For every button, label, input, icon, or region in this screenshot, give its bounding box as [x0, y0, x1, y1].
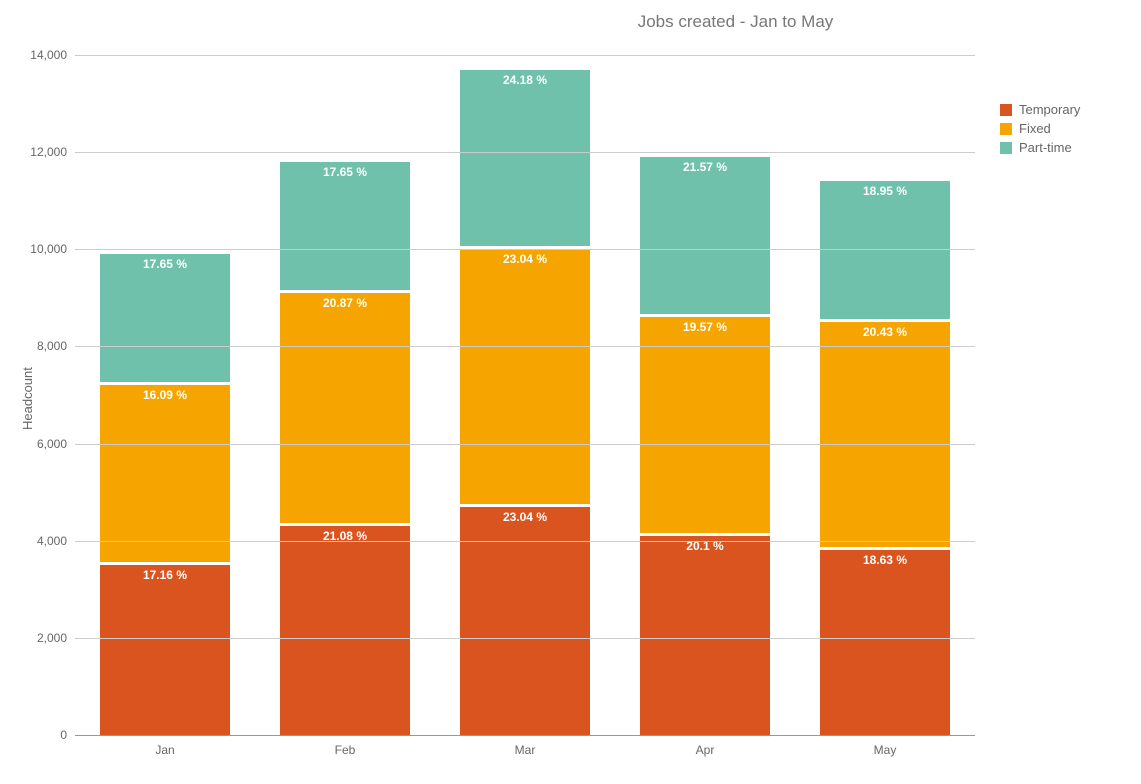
bar-segment[interactable]: 21.57 % [640, 157, 770, 314]
bar-segment-label: 17.65 % [280, 165, 410, 179]
legend: TemporaryFixedPart-time [1000, 100, 1080, 157]
bar-segment-label: 17.65 % [100, 257, 230, 271]
bar-segment-label: 20.87 % [280, 296, 410, 310]
y-tick-label: 14,000 [30, 48, 75, 62]
legend-label: Part-time [1019, 138, 1072, 157]
bar-segment[interactable]: 21.08 % [280, 526, 410, 735]
bar-segment-label: 16.09 % [100, 388, 230, 402]
bar-segment-label: 17.16 % [100, 568, 230, 582]
legend-swatch [1000, 142, 1012, 154]
bar-group: 23.04 % 23.04 % 24.18 % [460, 55, 590, 735]
y-tick-label: 6,000 [37, 437, 75, 451]
x-tick-label: May [874, 735, 897, 757]
chart-container: Jobs created - Jan to May TemporaryFixed… [0, 0, 1141, 784]
bar-segment[interactable]: 17.16 % [100, 565, 230, 735]
gridline [75, 346, 975, 347]
bar-segment-label: 23.04 % [460, 252, 590, 266]
bar-segment-label: 18.63 % [820, 553, 950, 567]
legend-item[interactable]: Part-time [1000, 138, 1080, 157]
bar-group: 20.1 % 19.57 % 21.57 % [640, 55, 770, 735]
bar-segment-label: 24.18 % [460, 73, 590, 87]
bar-segment[interactable]: 24.18 % [460, 70, 590, 247]
x-tick-label: Apr [696, 735, 715, 757]
bar-segment[interactable]: 17.65 % [280, 162, 410, 290]
gridline [75, 152, 975, 153]
bar-segment-label: 23.04 % [460, 510, 590, 524]
x-tick-label: Mar [515, 735, 536, 757]
bar-segment-label: 19.57 % [640, 320, 770, 334]
gridline [75, 55, 975, 56]
bar-segment-label: 20.43 % [820, 325, 950, 339]
y-axis-label: Headcount [20, 367, 35, 430]
gridline [75, 444, 975, 445]
bar-segment[interactable]: 20.1 % [640, 536, 770, 735]
legend-swatch [1000, 123, 1012, 135]
bar-segment-label: 18.95 % [820, 184, 950, 198]
y-tick-label: 8,000 [37, 339, 75, 353]
bars-layer: 17.16 % 16.09 % 17.65 % 21.08 % 20.87 % 17.65… [75, 55, 975, 735]
plot-area: 17.16 % 16.09 % 17.65 % 21.08 % 20.87 % 17.65… [75, 55, 975, 735]
bar-group: 17.16 % 16.09 % 17.65 % [100, 55, 230, 735]
x-tick-label: Feb [335, 735, 356, 757]
y-tick-label: 10,000 [30, 242, 75, 256]
bar-segment[interactable]: 20.87 % [280, 293, 410, 523]
y-tick-label: 12,000 [30, 145, 75, 159]
legend-item[interactable]: Fixed [1000, 119, 1080, 138]
bar-group: 18.63 % 20.43 % 18.95 % [820, 55, 950, 735]
legend-item[interactable]: Temporary [1000, 100, 1080, 119]
bar-segment[interactable]: 23.04 % [460, 249, 590, 503]
legend-label: Temporary [1019, 100, 1080, 119]
bar-segment[interactable]: 16.09 % [100, 385, 230, 562]
y-tick-label: 2,000 [37, 631, 75, 645]
bar-segment[interactable]: 17.65 % [100, 254, 230, 382]
x-tick-label: Jan [155, 735, 174, 757]
bar-segment-label: 21.57 % [640, 160, 770, 174]
gridline [75, 541, 975, 542]
bar-group: 21.08 % 20.87 % 17.65 % [280, 55, 410, 735]
legend-label: Fixed [1019, 119, 1051, 138]
bar-segment[interactable]: 19.57 % [640, 317, 770, 533]
legend-swatch [1000, 104, 1012, 116]
chart-title: Jobs created - Jan to May [0, 12, 1141, 32]
gridline [75, 638, 975, 639]
bar-segment[interactable]: 20.43 % [820, 322, 950, 547]
bar-segment[interactable]: 18.63 % [820, 550, 950, 735]
y-tick-label: 0 [60, 728, 75, 742]
gridline [75, 249, 975, 250]
y-tick-label: 4,000 [37, 534, 75, 548]
